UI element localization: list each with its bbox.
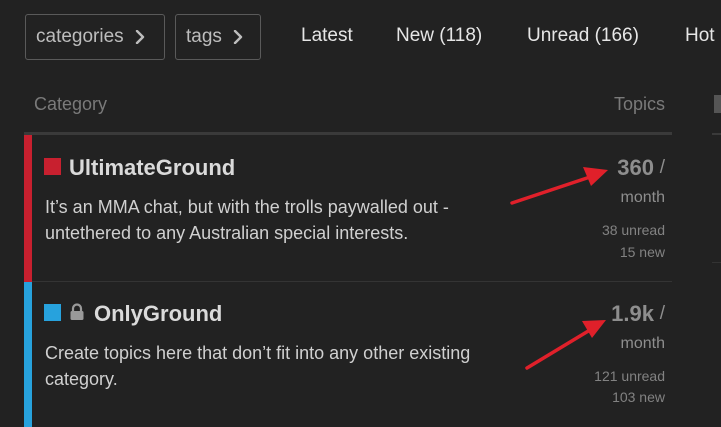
category-color-bar: [24, 135, 32, 282]
topics-count[interactable]: 1.9k: [611, 301, 654, 327]
tab-new[interactable]: New (118): [396, 25, 482, 47]
category-row[interactable]: OnlyGround Create topics here that don’t…: [24, 282, 672, 427]
unread-count[interactable]: 38 unread: [602, 222, 665, 238]
tags-dropdown-label: tags: [186, 26, 222, 47]
new-count[interactable]: 103 new: [612, 389, 665, 405]
description-line: Create topics here that don’t fit into a…: [45, 343, 471, 363]
category-color-swatch: [44, 304, 61, 321]
unread-count[interactable]: 121 unread: [594, 368, 665, 384]
header-topics: Topics: [613, 94, 665, 114]
description-line: untethered to any Australian special int…: [45, 223, 409, 243]
category-description: Create topics here that don’t fit into a…: [45, 340, 525, 392]
category-table-header: Category Topics: [24, 92, 672, 135]
chevron-right-icon: [133, 30, 147, 44]
categories-dropdown-label: categories: [36, 26, 124, 47]
category-name-link[interactable]: OnlyGround: [94, 301, 222, 327]
adjacent-column-fragment: [714, 95, 721, 113]
topics-slash: /: [659, 303, 665, 324]
tab-hot[interactable]: Hot: [685, 25, 715, 47]
topics-period: month: [620, 189, 665, 206]
tab-unread[interactable]: Unread (166): [527, 25, 639, 47]
adjacent-column-divider: [712, 262, 721, 263]
topics-slash: /: [659, 157, 665, 178]
lock-icon: [69, 303, 85, 321]
description-line: It’s an MMA chat, but with the trolls pa…: [45, 197, 449, 217]
category-name-link[interactable]: UltimateGround: [69, 155, 235, 181]
category-color-swatch: [44, 158, 61, 175]
adjacent-column-divider: [712, 133, 721, 135]
category-color-bar: [24, 282, 32, 427]
tags-dropdown[interactable]: tags: [175, 14, 261, 60]
new-count[interactable]: 15 new: [620, 244, 665, 260]
category-description: It’s an MMA chat, but with the trolls pa…: [45, 194, 525, 246]
category-row[interactable]: UltimateGround It’s an MMA chat, but wit…: [24, 135, 672, 282]
topics-period: month: [620, 335, 665, 352]
header-category: Category: [34, 94, 108, 114]
tab-latest[interactable]: Latest: [301, 25, 353, 47]
topics-count[interactable]: 360: [617, 155, 654, 181]
description-line: category.: [45, 369, 118, 389]
top-navigation: categories tags Latest New (118) Unread …: [0, 0, 721, 75]
chevron-right-icon: [231, 30, 245, 44]
categories-dropdown[interactable]: categories: [25, 14, 165, 60]
